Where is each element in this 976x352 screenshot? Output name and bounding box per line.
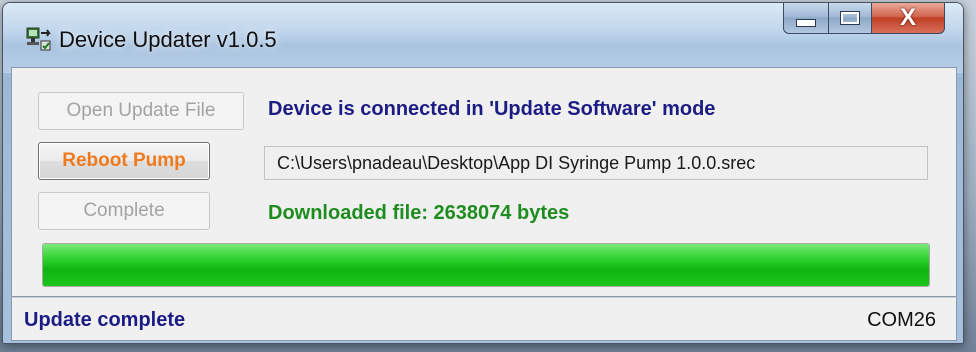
status-bar: Update complete COM26	[11, 297, 957, 341]
reboot-pump-label: Reboot Pump	[62, 150, 186, 171]
progress-fill	[43, 244, 929, 286]
maximize-icon	[840, 11, 860, 25]
title-bar[interactable]: Device Updater v1.0.5 X	[3, 3, 963, 73]
file-path-field: C:\Users\pnadeau\Desktop\App DI Syringe …	[264, 146, 928, 180]
complete-label: Complete	[83, 200, 165, 221]
status-message: Update complete	[24, 309, 186, 331]
main-panel: Open Update File Device is connected in …	[11, 67, 957, 297]
reboot-pump-button[interactable]: Reboot Pump	[38, 142, 210, 180]
com-port-label: COM26	[867, 309, 936, 331]
close-button[interactable]: X	[872, 3, 945, 34]
window-title: Device Updater v1.0.5	[59, 27, 277, 52]
minimize-icon	[796, 19, 816, 27]
download-status-text: Downloaded file: 2638074 bytes	[268, 202, 570, 224]
open-update-file-label: Open Update File	[66, 100, 216, 121]
device-updater-window: Device Updater v1.0.5 X Open Update File…	[2, 2, 964, 344]
minimize-button[interactable]	[783, 3, 829, 34]
close-icon: X	[899, 4, 916, 31]
window-controls: X	[783, 3, 945, 35]
open-update-file-button[interactable]: Open Update File	[38, 92, 244, 130]
complete-button[interactable]: Complete	[38, 192, 210, 230]
maximize-button[interactable]	[829, 3, 872, 34]
update-progress-bar	[42, 243, 930, 287]
device-updater-app-icon	[26, 27, 51, 51]
connection-status-text: Device is connected in 'Update Software'…	[268, 98, 716, 120]
